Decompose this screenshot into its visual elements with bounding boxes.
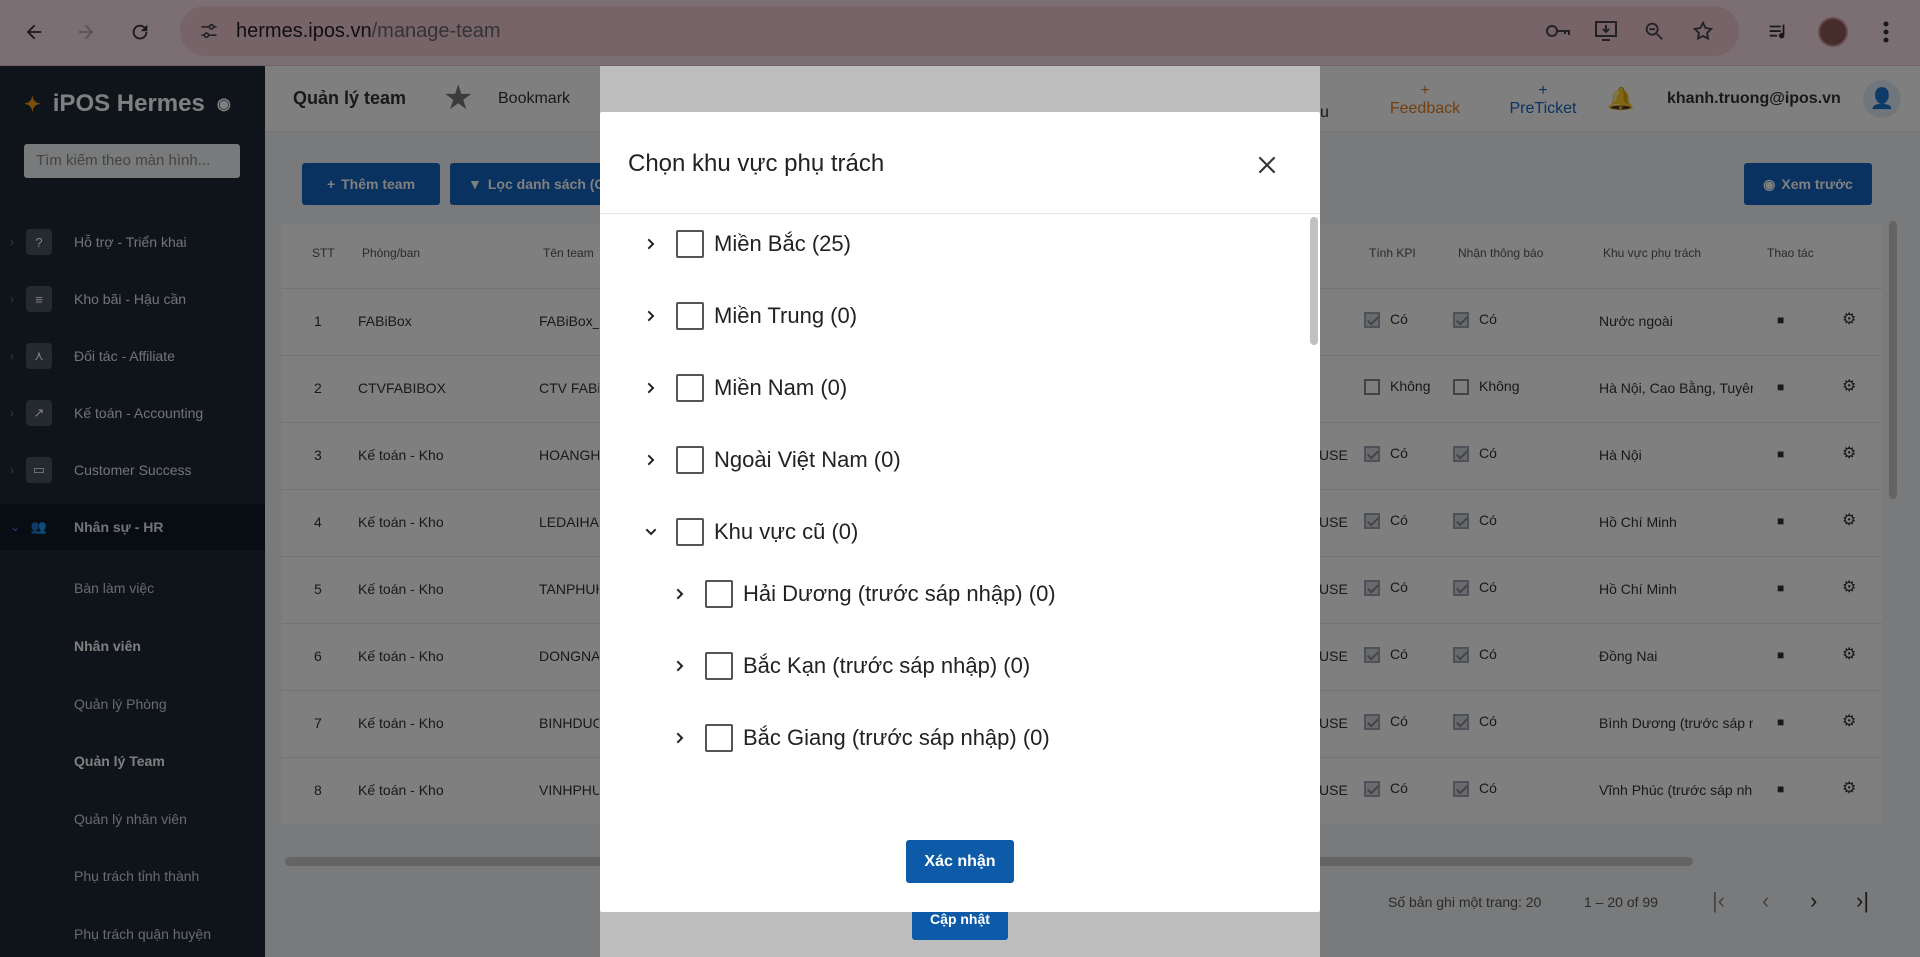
tree-checkbox[interactable] — [676, 374, 704, 402]
chevron-right-icon[interactable] — [669, 727, 691, 749]
tree-node-label: Miền Trung (0) — [714, 303, 858, 328]
tree-node[interactable]: Ngoài Việt Nam (0) — [640, 438, 901, 482]
chevron-right-icon[interactable] — [640, 233, 662, 255]
chevron-right-icon[interactable] — [669, 655, 691, 677]
tree-checkbox[interactable] — [676, 446, 704, 474]
chevron-right-icon[interactable] — [640, 449, 662, 471]
region-dialog: Chọn khu vực phụ trách Miền Bắc (25) Miền… — [600, 112, 1320, 912]
dialog-title: Chọn khu vực phụ trách — [628, 150, 885, 177]
confirm-button[interactable]: Xác nhận — [906, 840, 1014, 883]
tree-node[interactable]: Bắc Giang (trước sáp nhập) (0) — [669, 716, 1050, 760]
tree-node-label: Bắc Kạn (trước sáp nhập) (0) — [743, 653, 1031, 678]
tree-checkbox[interactable] — [676, 302, 704, 330]
tree-checkbox[interactable] — [705, 652, 733, 680]
tree-node[interactable]: Miền Trung (0) — [640, 294, 857, 338]
tree-node[interactable]: Hải Dương (trước sáp nhập) (0) — [669, 572, 1056, 616]
close-icon[interactable] — [1254, 152, 1280, 178]
region-tree: Miền Bắc (25) Miền Trung (0) Miền Nam (0) N… — [600, 214, 1300, 774]
dialog-scrollbar[interactable] — [1310, 217, 1318, 345]
tree-node-label: Bắc Giang (trước sáp nhập) (0) — [743, 725, 1050, 750]
tree-node-label: Ngoài Việt Nam (0) — [714, 447, 901, 472]
tree-checkbox[interactable] — [705, 724, 733, 752]
tree-checkbox[interactable] — [676, 518, 704, 546]
tree-node-label: Khu vực cũ (0) — [714, 519, 859, 544]
tree-node[interactable]: Bắc Kạn (trước sáp nhập) (0) — [669, 644, 1030, 688]
tree-checkbox[interactable] — [676, 230, 704, 258]
chevron-right-icon[interactable] — [640, 377, 662, 399]
chevron-right-icon[interactable] — [669, 583, 691, 605]
tree-node[interactable]: Miền Bắc (25) — [640, 222, 851, 266]
chevron-right-icon[interactable] — [640, 305, 662, 327]
tree-checkbox[interactable] — [705, 580, 733, 608]
chevron-down-icon[interactable] — [640, 521, 662, 543]
tree-node-label: Miền Bắc (25) — [714, 231, 851, 256]
tree-node-label: Miền Nam (0) — [714, 375, 848, 400]
tree-node[interactable]: Miền Nam (0) — [640, 366, 847, 410]
tree-node-label: Hải Dương (trước sáp nhập) (0) — [743, 581, 1056, 606]
tree-node[interactable]: Khu vực cũ (0) — [640, 510, 858, 554]
